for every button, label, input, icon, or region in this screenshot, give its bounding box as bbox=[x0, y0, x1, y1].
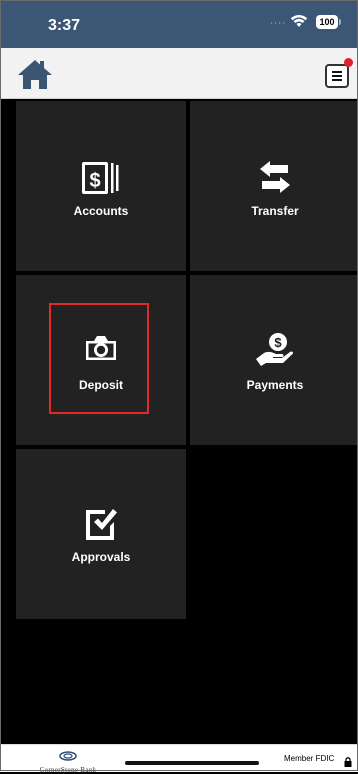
home-indicator[interactable] bbox=[125, 761, 259, 765]
menu-bar bbox=[332, 75, 342, 77]
status-bar: 3:37 ∙∙∙∙ 100 bbox=[0, 0, 358, 48]
notification-dot bbox=[344, 58, 353, 67]
wifi-icon bbox=[290, 14, 308, 33]
home-button[interactable] bbox=[16, 58, 54, 90]
tile-payments[interactable]: $ Payments bbox=[190, 275, 358, 445]
deposit-highlight-box bbox=[49, 303, 149, 414]
tile-label: Payments bbox=[246, 378, 304, 392]
app-header bbox=[0, 48, 358, 99]
tile-accounts[interactable]: $ Accounts bbox=[16, 101, 186, 271]
tile-label: Approvals bbox=[71, 550, 131, 564]
cornerstone-logo-icon bbox=[59, 751, 77, 761]
svg-text:$: $ bbox=[274, 335, 282, 350]
menu-bar bbox=[332, 71, 342, 73]
bank-logo: CornerStone Bank bbox=[28, 748, 108, 774]
menu-button[interactable] bbox=[325, 58, 353, 88]
checkbox-icon bbox=[83, 505, 119, 546]
hand-coin-icon: $ bbox=[254, 332, 296, 373]
dollar-bill-icon: $ bbox=[80, 160, 122, 201]
tile-label: Accounts bbox=[73, 204, 129, 218]
svg-text:$: $ bbox=[89, 170, 100, 192]
battery-icon: 100 bbox=[316, 15, 341, 29]
status-time: 3:37 bbox=[48, 17, 81, 34]
menu-bar bbox=[332, 79, 342, 81]
transfer-arrows-icon bbox=[258, 160, 292, 199]
member-fdic-text: Member FDIC bbox=[284, 754, 335, 763]
tile-label: Transfer bbox=[251, 204, 299, 218]
tile-transfer[interactable]: Transfer bbox=[190, 101, 358, 271]
house-icon bbox=[18, 60, 52, 89]
lock-icon bbox=[344, 754, 352, 772]
tile-approvals[interactable]: Approvals bbox=[16, 449, 186, 619]
bank-name: CornerStone Bank bbox=[39, 766, 97, 774]
footer-bar: CornerStone Bank Member FDIC bbox=[0, 744, 358, 774]
cellular-signal-icon: ∙∙∙∙ bbox=[270, 17, 287, 29]
